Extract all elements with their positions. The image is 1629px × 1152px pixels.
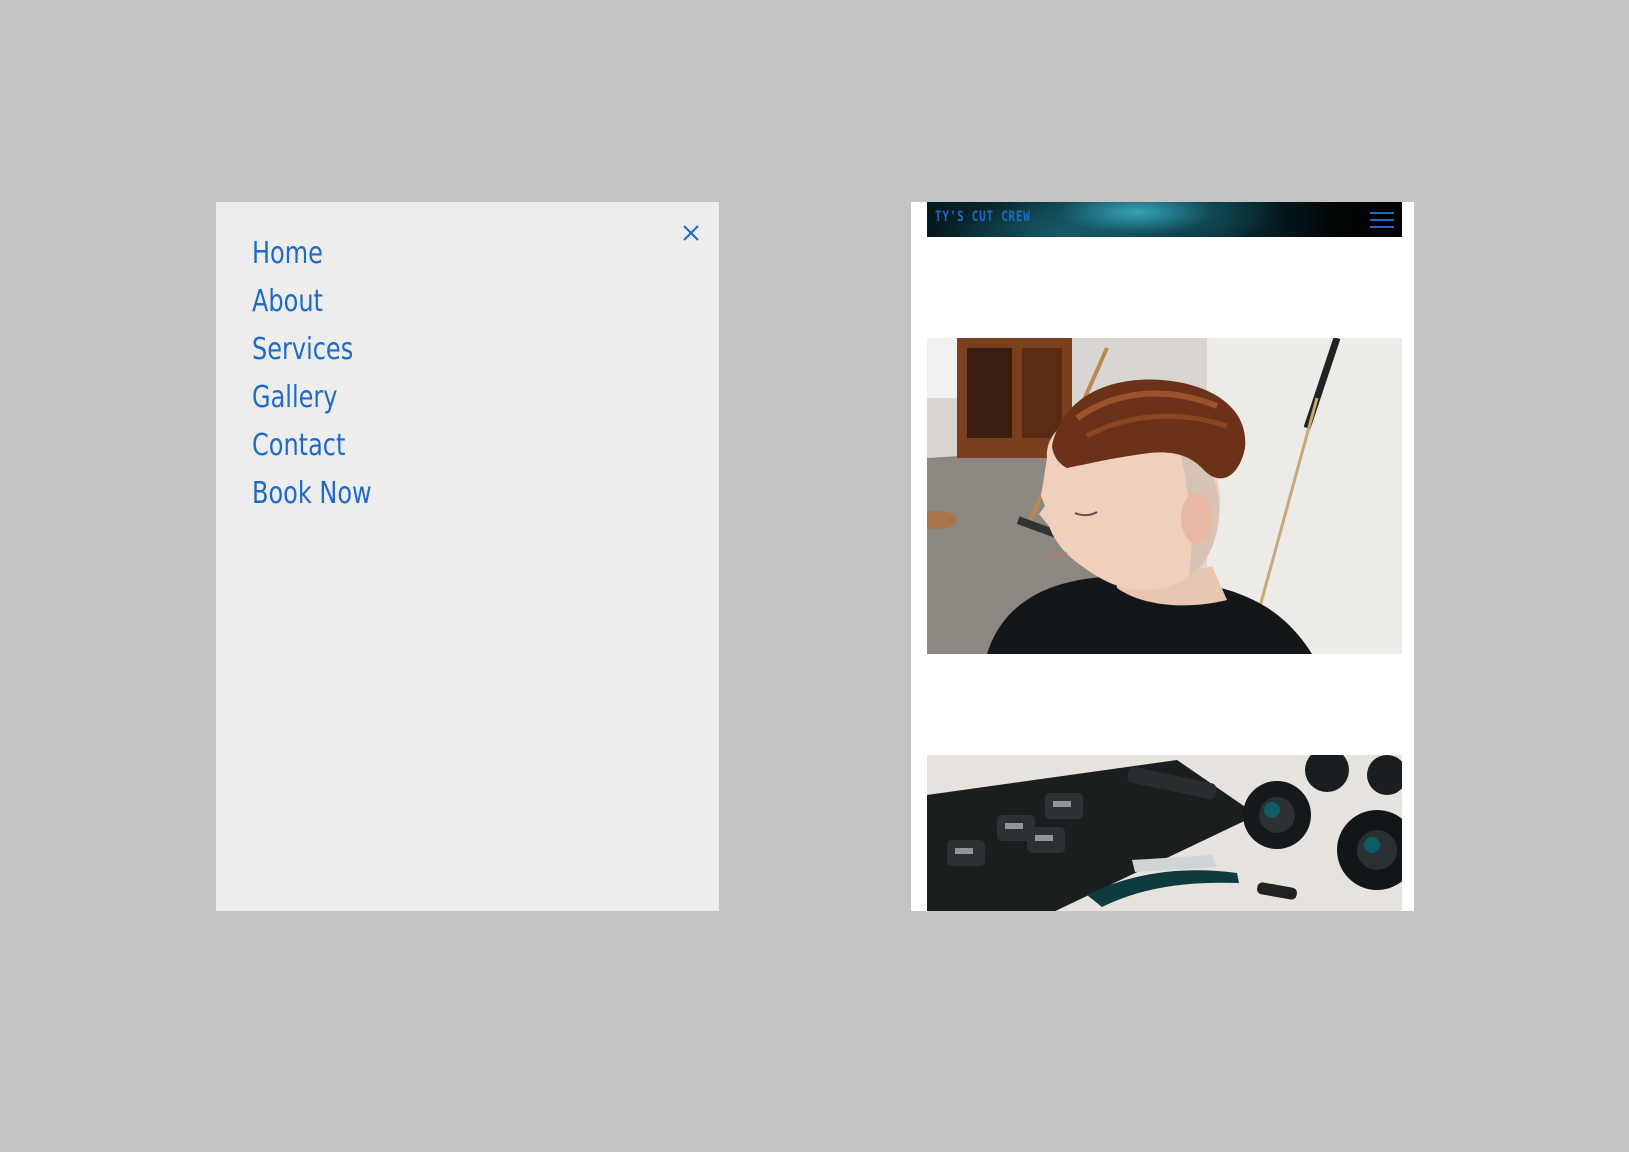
menu-list: Home About Services Gallery Contact Book… <box>252 230 402 518</box>
site-header: TY'S CUT CREW <box>927 202 1402 237</box>
menu-item-services[interactable]: Services <box>252 326 402 374</box>
close-icon[interactable] <box>678 220 704 246</box>
menu-item-label: Book Now <box>252 476 372 511</box>
barber-tools-photo <box>927 755 1402 911</box>
brand-logo[interactable]: TY'S CUT CREW <box>935 209 1031 225</box>
haircut-photo <box>927 338 1402 654</box>
mobile-menu-panel: Home About Services Gallery Contact Book… <box>216 202 719 911</box>
menu-item-gallery[interactable]: Gallery <box>252 374 402 422</box>
menu-item-about[interactable]: About <box>252 278 402 326</box>
menu-item-label: About <box>252 284 323 319</box>
hamburger-menu-icon[interactable] <box>1370 212 1394 228</box>
menu-item-label: Contact <box>252 428 346 463</box>
menu-item-label: Services <box>252 332 354 367</box>
menu-item-contact[interactable]: Contact <box>252 422 402 470</box>
menu-item-book-now[interactable]: Book Now <box>252 470 402 518</box>
mobile-page-preview: TY'S CUT CREW <box>911 202 1414 911</box>
menu-item-label: Gallery <box>252 380 338 415</box>
menu-item-home[interactable]: Home <box>252 230 402 278</box>
menu-item-label: Home <box>252 236 323 271</box>
